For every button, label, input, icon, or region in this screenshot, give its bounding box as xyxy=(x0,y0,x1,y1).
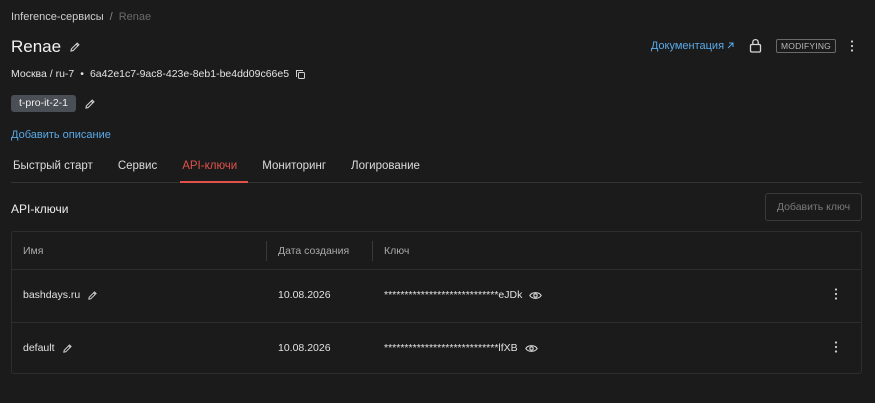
section-title: API-ключи xyxy=(11,202,69,216)
add-description-link[interactable]: Добавить описание xyxy=(11,129,111,141)
column-header-key: Ключ xyxy=(384,245,410,257)
header-actions: Документация MODIFYING xyxy=(651,38,854,53)
column-divider xyxy=(372,241,373,261)
row-created-cell: 10.08.2026 xyxy=(278,289,331,301)
tab-service[interactable]: Сервис xyxy=(116,153,168,182)
tabs-bar: Быстрый старт Сервис API-ключи Мониторин… xyxy=(11,153,862,183)
table-row: bashdays.ru 10.08.2026 *****************… xyxy=(12,270,861,322)
copy-icon[interactable] xyxy=(295,69,306,80)
row-more-options-icon[interactable] xyxy=(834,288,838,300)
key-name: bashdays.ru xyxy=(23,289,81,301)
column-header-created: Дата создания xyxy=(278,245,350,257)
external-arrow-icon xyxy=(726,41,735,50)
row-name-cell: bashdays.ru xyxy=(23,289,98,301)
column-divider xyxy=(266,241,267,261)
add-key-button[interactable]: Добавить ключ xyxy=(765,193,862,221)
title-row: Renae xyxy=(11,37,81,57)
edit-key-pencil-icon[interactable] xyxy=(87,290,98,301)
api-keys-table: Имя Дата создания Ключ bashdays.ru 10.08… xyxy=(11,231,862,374)
service-meta: Москва / ru-7 • 6a42e1c7-9ac8-423e-8eb1-… xyxy=(11,68,306,80)
edit-tag-pencil-icon[interactable] xyxy=(84,98,96,110)
tab-monitoring[interactable]: Мониторинг xyxy=(260,153,337,182)
page-title: Renae xyxy=(11,37,62,56)
tab-quick-start[interactable]: Быстрый старт xyxy=(11,153,104,182)
row-name-cell: default xyxy=(23,342,73,354)
documentation-link[interactable]: Документация xyxy=(651,40,735,52)
tab-logging[interactable]: Логирование xyxy=(349,153,431,182)
row-more-options-icon[interactable] xyxy=(834,341,838,353)
service-id: 6a42e1c7-9ac8-423e-8eb1-be4dd09c66e5 xyxy=(89,68,290,80)
edit-title-pencil-icon[interactable] xyxy=(69,41,81,53)
breadcrumb-separator: / xyxy=(109,11,113,23)
masked-key: ****************************eJDk xyxy=(384,289,523,301)
more-options-icon[interactable] xyxy=(850,39,854,52)
masked-key: ****************************lfXB xyxy=(384,342,518,354)
eye-icon[interactable] xyxy=(524,344,538,353)
breadcrumb-link-inference[interactable]: Inference-сервисы xyxy=(11,11,104,23)
breadcrumb: Inference-сервисы / Renae xyxy=(11,11,151,23)
row-created-cell: 10.08.2026 xyxy=(278,342,331,354)
column-header-name: Имя xyxy=(23,245,44,257)
key-name: default xyxy=(23,342,55,354)
tag-row: t-pro-it-2-1 xyxy=(11,95,96,112)
meta-bullet: • xyxy=(80,68,84,80)
tag-badge: t-pro-it-2-1 xyxy=(11,95,77,112)
location-text: Москва / ru-7 xyxy=(11,68,75,80)
eye-icon[interactable] xyxy=(529,291,543,300)
lock-icon xyxy=(749,38,762,53)
table-header: Имя Дата создания Ключ xyxy=(12,232,861,270)
tab-api-keys[interactable]: API-ключи xyxy=(180,153,249,183)
documentation-link-label: Документация xyxy=(650,39,725,52)
row-key-cell: ****************************lfXB xyxy=(384,342,538,354)
breadcrumb-current: Renae xyxy=(118,11,152,23)
status-badge: MODIFYING xyxy=(776,38,836,53)
table-row: default 10.08.2026 *********************… xyxy=(12,322,861,374)
edit-key-pencil-icon[interactable] xyxy=(62,343,73,354)
row-key-cell: ****************************eJDk xyxy=(384,289,543,301)
